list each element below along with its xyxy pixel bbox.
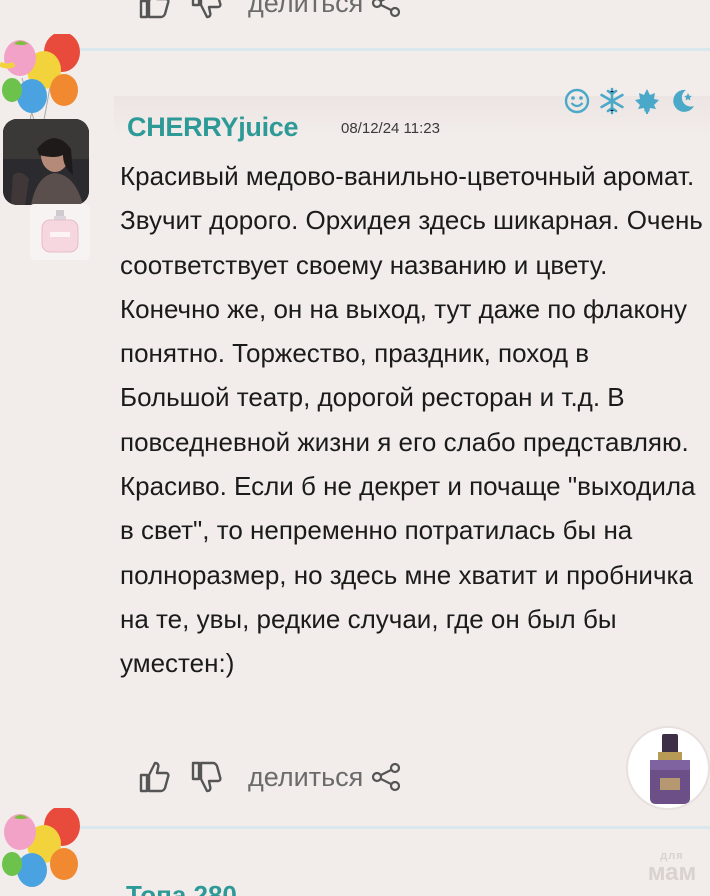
- comment-separator: [72, 826, 710, 829]
- comments-page: делиться CHERRYjuice 08/12/24 11:23 Крас…: [0, 0, 710, 896]
- perfume-badge[interactable]: [626, 726, 710, 810]
- comment-datetime: 08/12/24 11:23: [341, 120, 440, 137]
- snowflake-icon: [600, 87, 624, 115]
- leaf-icon: [635, 89, 659, 114]
- thumbs-down-icon[interactable]: [190, 0, 224, 20]
- next-comment-author[interactable]: Топа 280: [126, 880, 237, 896]
- comment-actions: делиться: [138, 760, 401, 794]
- comment-separator: [72, 48, 710, 51]
- previous-comment-actions: делиться: [138, 0, 401, 20]
- thumbs-up-icon[interactable]: [138, 0, 172, 20]
- comment-author[interactable]: CHERRYjuice: [127, 112, 299, 143]
- mood-icons: [563, 87, 696, 115]
- share-label[interactable]: делиться: [248, 0, 363, 19]
- share-icon[interactable]: [371, 762, 401, 792]
- smile-icon: [564, 88, 590, 114]
- perfume-thumbnail[interactable]: [30, 204, 90, 260]
- comment-text: Красивый медово-ванильно-цветочный арома…: [120, 161, 703, 679]
- watermark-big: мам: [647, 859, 697, 886]
- avatar[interactable]: [3, 119, 89, 205]
- share-icon[interactable]: [371, 0, 401, 18]
- thumbs-down-icon[interactable]: [190, 760, 224, 794]
- share-label[interactable]: делиться: [248, 762, 363, 793]
- balloons-icon: [0, 34, 80, 120]
- thumbs-up-icon[interactable]: [138, 760, 172, 794]
- site-watermark: для мам: [636, 850, 708, 886]
- moon-icon: [673, 89, 694, 112]
- balloons-icon: [2, 808, 80, 887]
